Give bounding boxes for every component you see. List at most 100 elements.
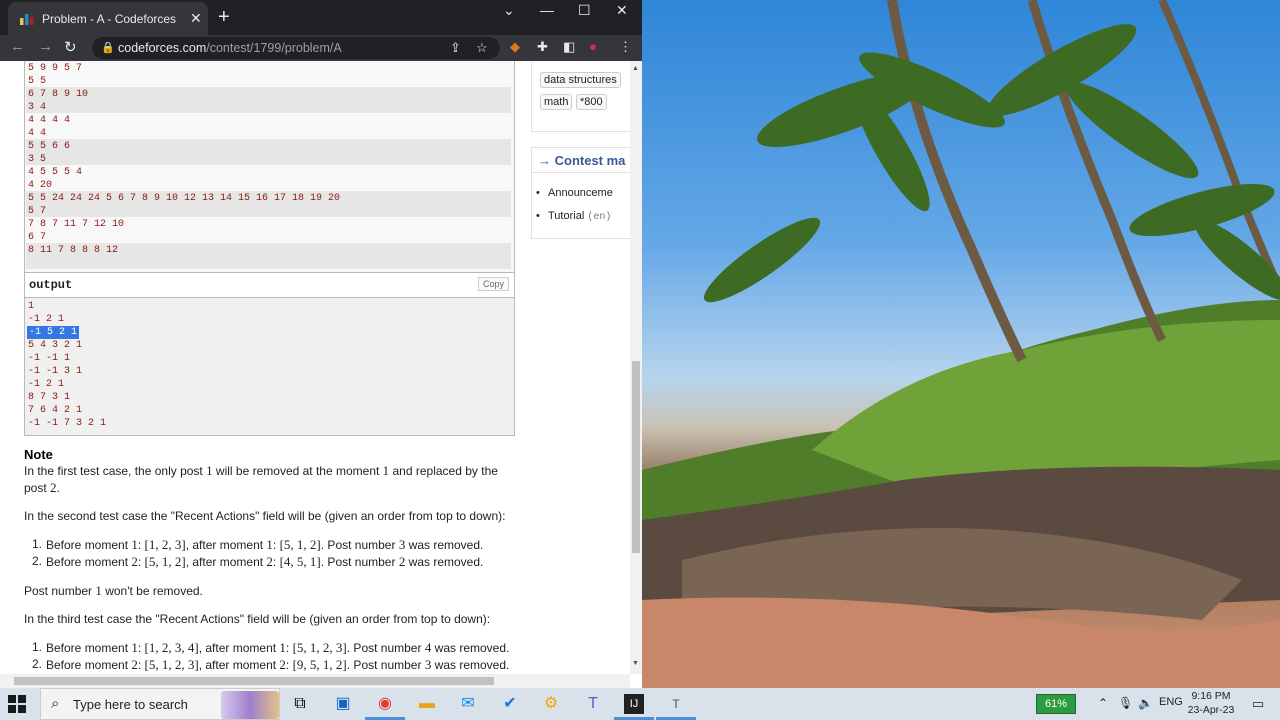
output-line: 8 7 3 1 — [28, 392, 71, 403]
input-line: 4 20 — [28, 180, 53, 191]
output-line: -1 2 1 — [28, 379, 65, 390]
output-line-selected: -1 5 2 1 — [27, 326, 80, 339]
battery-indicator[interactable]: 61% — [1036, 694, 1076, 714]
input-line: 4 4 — [28, 128, 47, 139]
copy-button[interactable]: Copy — [477, 277, 509, 291]
tab-problem[interactable]: Problem - A - Codeforces ✕ — [8, 2, 208, 35]
windows-start-icon[interactable] — [8, 695, 26, 713]
store-icon[interactable]: ▣ — [333, 694, 353, 714]
tab-strip: Problem - A - Codeforces ✕ + ⌄ — ☐ ✕ — [0, 0, 642, 35]
teams-icon[interactable]: T — [583, 694, 603, 714]
task-view-icon[interactable]: ⧉ — [290, 694, 310, 714]
beach-palm-scene — [642, 0, 1280, 688]
scroll-thumb[interactable] — [632, 361, 640, 553]
scroll-down-icon[interactable]: ▼ — [632, 660, 639, 667]
output-line: 1 — [28, 301, 35, 312]
chrome-menu-icon[interactable]: ⋮ — [619, 39, 632, 55]
scroll-up-icon[interactable]: ▲ — [632, 65, 639, 72]
notification-icon[interactable]: ▭ — [1252, 696, 1264, 712]
taskbar-search-box[interactable]: ⌕ Type here to search — [40, 688, 280, 720]
output-line: 5 4 3 2 1 — [28, 340, 83, 351]
reload-icon[interactable]: ↻ — [64, 38, 77, 56]
tag-math[interactable]: math — [540, 94, 573, 110]
new-tab-button[interactable]: + — [218, 6, 230, 29]
input-line: 8 11 7 8 8 8 12 — [28, 245, 119, 256]
show-hidden-icons[interactable]: ⌃ — [1098, 696, 1108, 710]
list-item: 1. Before moment 1: [1, 2, 3, 4], after … — [32, 640, 510, 655]
input-line: 4 5 5 5 4 — [28, 167, 83, 178]
note-paragraph-1: In the first test case, the only post 1 … — [24, 463, 498, 478]
bookmark-star-icon[interactable]: ☆ — [476, 40, 488, 56]
extensions-puzzle-icon[interactable]: ✚ — [537, 39, 548, 55]
clock-time: 9:16 PM — [1191, 690, 1231, 702]
problem-tags-panel: data structures math *800 — [531, 61, 630, 132]
contest-materials-panel: → Contest ma • Announceme • Tutorial (en) — [531, 147, 630, 239]
forward-icon[interactable]: → — [38, 38, 53, 55]
problem-page: 4 5 5 9 9 5 7 5 5 6 7 8 9 10 3 4 4 4 4 4… — [0, 61, 630, 674]
output-line: -1 -1 3 1 — [28, 366, 83, 377]
note-paragraph-1-cont: post 2. — [24, 480, 60, 495]
profile-avatar-icon[interactable]: ● — [589, 39, 597, 54]
chrome-icon[interactable]: ◉ — [375, 694, 395, 714]
metamask-extension-icon[interactable]: ◆ — [510, 39, 520, 55]
input-line: 7 8 7 11 7 12 10 — [28, 219, 125, 230]
language-indicator[interactable]: ENG — [1159, 696, 1183, 708]
clock-date: 23-Apr-23 — [1187, 704, 1235, 716]
browser-toolbar: ← → ↻ 🔒 codeforces.com/contest/1799/prob… — [0, 35, 642, 61]
todo-icon[interactable]: ✔ — [500, 694, 520, 714]
settings-app-icon[interactable]: ⚙ — [541, 694, 561, 714]
input-line: 3 4 — [28, 102, 47, 113]
tag-difficulty[interactable]: *800 — [576, 94, 607, 110]
announcement-link[interactable]: • Announceme — [536, 187, 613, 199]
typora-icon[interactable]: T — [666, 694, 686, 714]
output-line: -1 -1 7 3 2 1 — [28, 418, 107, 429]
horizontal-scrollbar[interactable] — [0, 674, 630, 688]
note-paragraph-3: Post number 1 won't be removed. — [24, 583, 203, 598]
search-highlight-image — [221, 691, 279, 719]
sample-output-box[interactable]: 1 -1 2 1 -1 5 2 1 5 4 3 2 1 -1 -1 1 -1 -… — [24, 297, 515, 436]
input-line: 6 7 8 9 10 — [28, 89, 89, 100]
minimize-icon[interactable]: — — [540, 2, 554, 18]
close-window-icon[interactable]: ✕ — [616, 2, 628, 19]
address-bar[interactable]: 🔒 codeforces.com/contest/1799/problem/A … — [92, 37, 500, 59]
file-explorer-icon[interactable]: ▬ — [417, 694, 437, 714]
input-line: 6 7 — [28, 232, 47, 243]
output-line: -1 2 1 — [28, 314, 65, 325]
input-line: 4 4 4 4 — [28, 115, 71, 126]
note-paragraph-4: In the third test case the "Recent Actio… — [24, 612, 491, 626]
output-line: 7 6 4 2 1 — [28, 405, 83, 416]
desktop-wallpaper — [642, 0, 1280, 688]
sample-input-box: 4 5 5 9 9 5 7 5 5 6 7 8 9 10 3 4 4 4 4 4… — [24, 61, 515, 273]
url-path: /contest/1799/problem/A — [206, 41, 342, 55]
input-line: 3 5 — [28, 154, 47, 165]
mail-icon[interactable]: ✉ — [458, 694, 478, 714]
back-icon[interactable]: ← — [10, 38, 25, 55]
share-icon[interactable]: ⇪ — [450, 40, 461, 56]
input-line: 5 9 9 5 7 — [28, 63, 83, 74]
codeforces-favicon — [20, 14, 34, 25]
url-host: codeforces.com — [118, 41, 207, 55]
horizontal-scroll-thumb[interactable] — [14, 677, 494, 685]
output-header: output Copy — [24, 272, 515, 298]
note-heading: Note — [24, 447, 53, 462]
input-line: 5 5 24 24 24 5 6 7 8 9 10 12 13 14 15 16… — [28, 193, 341, 204]
intellij-icon[interactable]: IJ — [624, 694, 644, 714]
side-panel-icon[interactable]: ◧ — [563, 39, 575, 55]
list-item: 2. Before moment 2: [5, 1, 2, 3], after … — [32, 657, 510, 672]
vertical-scrollbar[interactable]: ▲ ▼ — [630, 61, 642, 674]
clock[interactable]: 9:16 PM 23-Apr-23 — [1186, 689, 1236, 717]
tab-search-icon[interactable]: ⌄ — [503, 2, 515, 19]
input-line: 5 5 — [28, 76, 47, 87]
microphone-icon[interactable]: 🎙 — [1118, 696, 1133, 710]
input-line: 5 7 — [28, 206, 47, 217]
tutorial-link[interactable]: • Tutorial (en) — [536, 210, 611, 223]
maximize-icon[interactable]: ☐ — [578, 2, 591, 19]
output-line: -1 -1 1 — [28, 353, 71, 364]
tag-data-structures[interactable]: data structures — [540, 72, 621, 88]
volume-icon[interactable]: 🔈 — [1138, 696, 1153, 710]
contest-materials-heading: → Contest ma — [538, 153, 626, 168]
list-item: 2. Before moment 2: [5, 1, 2], after mom… — [32, 554, 484, 569]
note-paragraph-2: In the second test case the "Recent Acti… — [24, 509, 506, 523]
tab-close-icon[interactable]: ✕ — [190, 10, 202, 27]
tab-title: Problem - A - Codeforces — [42, 12, 177, 26]
